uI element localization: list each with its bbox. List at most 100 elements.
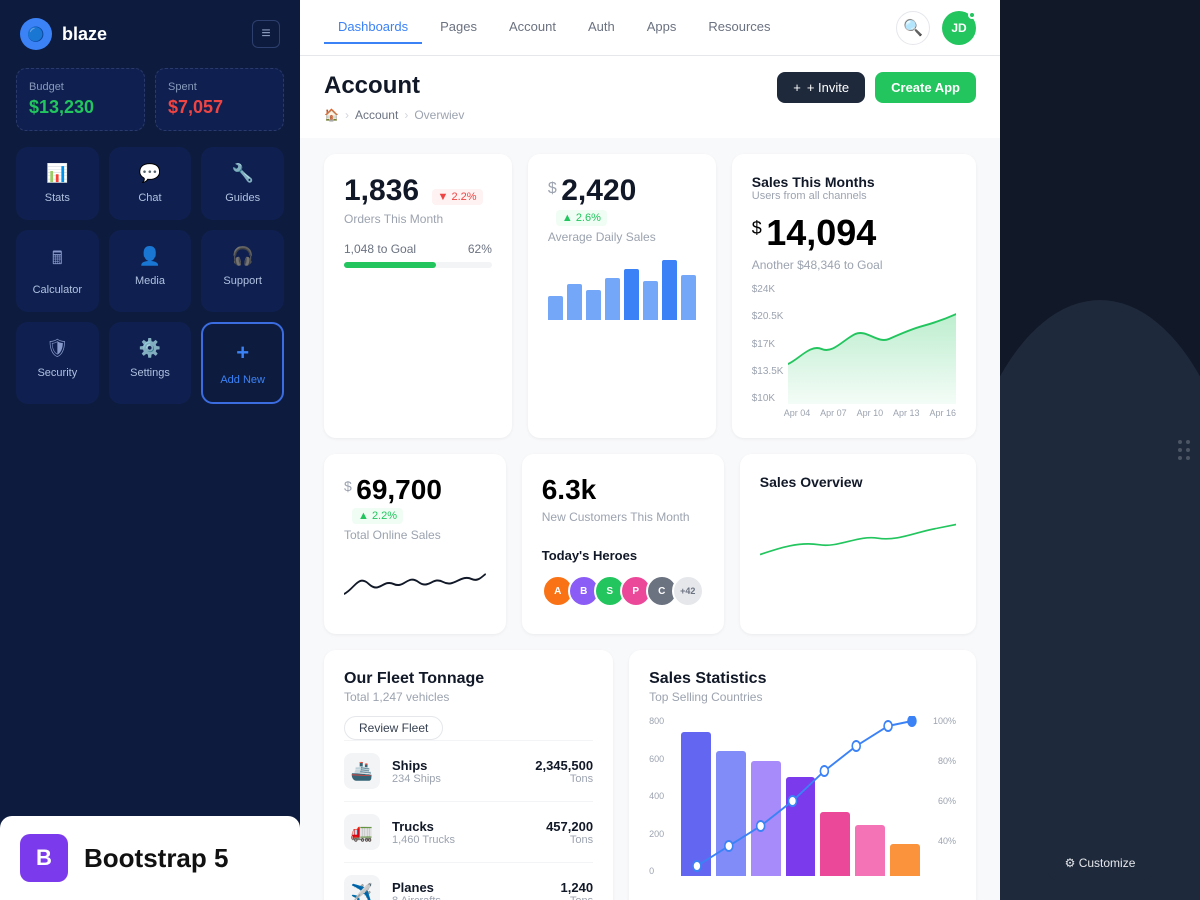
sidebar-item-label: Stats xyxy=(45,192,70,204)
add-icon: + xyxy=(236,340,249,366)
sales-month-subtitle: Users from all channels xyxy=(752,190,875,202)
dashboard-content: 1,836 ▼ 2.2% Orders This Month 1,048 to … xyxy=(300,138,1000,900)
bootstrap-label: Bootstrap 5 xyxy=(84,843,228,874)
sales-month-card: Sales This Months Users from all channel… xyxy=(732,154,976,438)
orders-label: Orders This Month xyxy=(344,212,492,226)
fleet-info: Trucks 1,460 Trucks xyxy=(392,819,546,846)
sidebar-item-label: Calculator xyxy=(33,284,83,296)
heroes-avatars: A B S P C +42 xyxy=(542,575,704,607)
fleet-count: 8 Aircrafts xyxy=(392,895,561,900)
new-customers-value: 6.3k xyxy=(542,474,597,505)
support-icon: 🎧 xyxy=(231,246,253,267)
sidebar-item-guides[interactable]: 🔧 Guides xyxy=(201,147,284,220)
sidebar-item-chat[interactable]: 💬 Chat xyxy=(109,147,192,220)
sidebar-item-label: Add New xyxy=(220,374,265,386)
fleet-title: Our Fleet Tonnage xyxy=(344,670,593,688)
sidebar-item-support[interactable]: 🎧 Support xyxy=(201,230,284,312)
fleet-unit: Tons xyxy=(546,834,593,846)
sales-month-value: 14,094 xyxy=(766,212,876,253)
y-labels: 800 600 400 200 0 xyxy=(649,716,677,876)
new-customers-card: 6.3k New Customers This Month Today's He… xyxy=(522,454,724,634)
daily-sales-value: 2,420 xyxy=(561,174,636,207)
main-content: Dashboards Pages Account Auth Apps Resou… xyxy=(300,0,1000,900)
guides-icon: 🔧 xyxy=(231,163,253,184)
sidebar-item-stats[interactable]: 📊 Stats xyxy=(16,147,99,220)
bootstrap-icon: B xyxy=(20,834,68,882)
heroes-title: Today's Heroes xyxy=(542,548,704,563)
ext-title: Sales Overview xyxy=(760,474,956,490)
fleet-count: 234 Ships xyxy=(392,773,535,785)
budget-card: Budget $13,230 xyxy=(16,68,145,131)
customize-button[interactable]: ⚙ Customize xyxy=(1049,846,1152,880)
invite-button[interactable]: + + Invite xyxy=(777,72,865,103)
ships-icon: 🚢 xyxy=(344,753,380,789)
user-avatar[interactable]: JD xyxy=(942,11,976,45)
online-indicator xyxy=(968,11,976,19)
review-fleet-button[interactable]: Review Fleet xyxy=(344,716,443,740)
orders-value: 1,836 xyxy=(344,174,419,207)
daily-sales-label: Average Daily Sales xyxy=(548,230,696,244)
breadcrumb-overview: Overwiev xyxy=(414,108,464,122)
y-axis-labels: $24K $20.5K $17K $13.5K $10K xyxy=(752,284,784,404)
tab-pages[interactable]: Pages xyxy=(426,11,491,44)
fleet-info: Ships 234 Ships xyxy=(392,758,535,785)
bootstrap-badge: B Bootstrap 5 xyxy=(0,816,300,900)
top-nav: Dashboards Pages Account Auth Apps Resou… xyxy=(300,0,1000,56)
online-sales-card: $ 69,700 ▲ 2.2% Total Online Sales xyxy=(324,454,506,634)
fleet-item-trucks: 🚛 Trucks 1,460 Trucks 457,200 Tons xyxy=(344,801,593,862)
tab-dashboards[interactable]: Dashboards xyxy=(324,11,422,44)
daily-sales-card: $ 2,420 ▲ 2.6% Average Daily Sales xyxy=(528,154,716,438)
page-actions: + + Invite Create App xyxy=(777,72,976,103)
breadcrumb-account[interactable]: Account xyxy=(355,108,398,122)
search-button[interactable]: 🔍 xyxy=(896,11,930,45)
sidebar-item-settings[interactable]: ⚙️ Settings xyxy=(109,322,192,404)
fleet-name: Trucks xyxy=(392,819,546,834)
budget-row: Budget $13,230 Spent $7,057 xyxy=(0,68,300,147)
progress-bar-fill xyxy=(344,262,436,268)
fleet-item-ships: 🚢 Ships 234 Ships 2,345,500 Tons xyxy=(344,740,593,801)
daily-sales-badge: ▲ 2.6% xyxy=(556,210,607,226)
nav-grid: 📊 Stats 💬 Chat 🔧 Guides 🖩 Calculator 👤 M… xyxy=(0,147,300,404)
spent-value: $7,057 xyxy=(168,97,271,118)
sidebar-item-calculator[interactable]: 🖩 Calculator xyxy=(16,230,99,312)
tab-resources[interactable]: Resources xyxy=(694,11,784,44)
fleet-unit: Tons xyxy=(535,773,593,785)
online-sales-badge: ▲ 2.2% xyxy=(352,508,403,524)
tab-account[interactable]: Account xyxy=(495,11,570,44)
sidebar-item-add-new[interactable]: + Add New xyxy=(201,322,284,404)
card-header: Sales This Months Users from all channel… xyxy=(752,174,956,202)
sidebar-item-media[interactable]: 👤 Media xyxy=(109,230,192,312)
tab-auth[interactable]: Auth xyxy=(574,11,629,44)
avatar-initials: JD xyxy=(951,21,966,35)
right-dark-panel: ⚙ Customize xyxy=(1000,0,1200,900)
bar-3 xyxy=(586,290,601,320)
sidebar-item-label: Media xyxy=(135,275,165,287)
top-nav-links: Dashboards Pages Account Auth Apps Resou… xyxy=(324,11,785,44)
bar-7 xyxy=(662,260,677,320)
create-app-button[interactable]: Create App xyxy=(875,72,976,103)
sales-month-title: Sales This Months xyxy=(752,174,875,190)
progress-section: 1,048 to Goal 62% xyxy=(344,242,492,268)
fleet-amount: 457,200 xyxy=(546,819,593,834)
orders-badge: ▼ 2.2% xyxy=(432,189,483,205)
logo-area: 🔵 blaze xyxy=(20,18,107,50)
bar-6 xyxy=(643,281,658,320)
stats-row-1: 1,836 ▼ 2.2% Orders This Month 1,048 to … xyxy=(324,154,976,438)
bar-1 xyxy=(548,296,563,320)
tab-apps[interactable]: Apps xyxy=(633,11,691,44)
settings-icon: ⚙️ xyxy=(139,338,161,359)
bar-4 xyxy=(605,278,620,320)
fleet-unit: Tons xyxy=(561,895,594,900)
menu-toggle-button[interactable]: ≡ xyxy=(252,20,280,48)
breadcrumb-home[interactable]: 🏠 xyxy=(324,108,339,122)
sidebar-item-security[interactable]: 🛡 Security xyxy=(16,322,99,404)
x-axis-labels: Apr 04 Apr 07 Apr 10 Apr 13 Apr 16 xyxy=(752,408,956,418)
logo-text: blaze xyxy=(62,24,107,45)
spent-label: Spent xyxy=(168,81,271,93)
trucks-icon: 🚛 xyxy=(344,814,380,850)
dark-blob xyxy=(1000,300,1200,900)
sidebar-header: 🔵 blaze ≡ xyxy=(0,0,300,68)
progress-bar-bg xyxy=(344,262,492,268)
fleet-item-planes: ✈️ Planes 8 Aircrafts 1,240 Tons xyxy=(344,862,593,900)
sidebar-item-label: Support xyxy=(223,275,262,287)
